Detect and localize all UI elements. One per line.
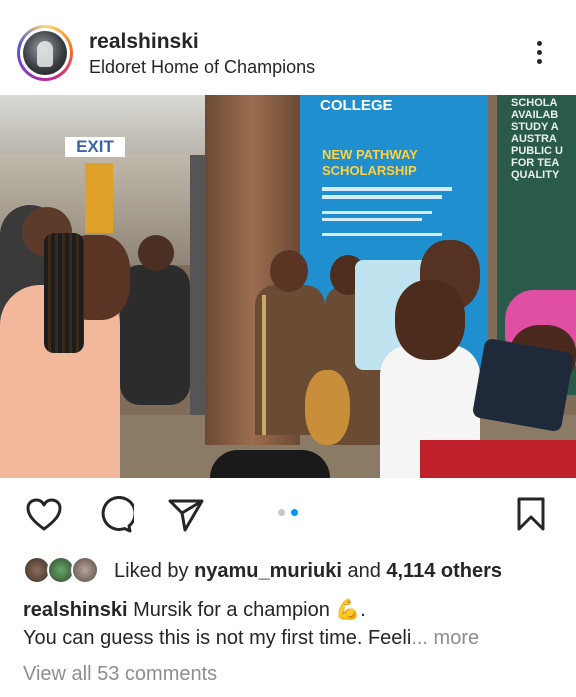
carousel-dot xyxy=(278,509,285,516)
scholarship-line-2: SCHOLARSHIP xyxy=(322,163,417,178)
liker-avatar xyxy=(71,556,99,584)
caption-end: . xyxy=(360,599,366,621)
walking-stick xyxy=(262,295,266,435)
share-button[interactable] xyxy=(167,497,205,533)
right-banner-line: AVAILAB xyxy=(511,109,559,121)
likes-prefix: Liked by xyxy=(114,560,195,582)
performer-head xyxy=(270,250,308,292)
more-options-icon[interactable] xyxy=(528,38,552,68)
banner-text-line xyxy=(322,218,422,221)
caption-line-2: You can guess this is not my first time.… xyxy=(23,627,479,650)
right-banner-line: FOR TEA xyxy=(511,157,560,169)
right-banner-line: SCHOLA xyxy=(511,97,558,109)
red-shuka xyxy=(420,440,576,478)
carousel-dot-active xyxy=(291,509,298,516)
bookmark-icon xyxy=(517,497,545,531)
caption-line-2-text: You can guess this is not my first time.… xyxy=(23,627,412,649)
banner-text-line xyxy=(322,233,442,236)
likes-summary[interactable]: Liked by nyamu_muriuki and 4,114 others xyxy=(114,560,502,583)
save-button[interactable] xyxy=(516,496,546,532)
scholarship-line-1: NEW PATHWAY xyxy=(322,147,418,162)
right-banner-line: PUBLIC U xyxy=(511,145,563,157)
right-banner-line: STUDY A xyxy=(511,121,559,133)
comment-icon xyxy=(101,495,137,533)
profile-avatar[interactable] xyxy=(17,25,73,81)
caption-username[interactable]: realshinski xyxy=(23,599,128,621)
likes-connector: and xyxy=(341,560,387,582)
artist-dreadlocks xyxy=(44,233,84,353)
right-banner-line: QUALITY xyxy=(511,169,560,181)
photographer-head xyxy=(138,235,174,271)
heart-icon xyxy=(26,498,62,531)
avatar-image xyxy=(23,31,67,75)
caption-more-link[interactable]: more xyxy=(428,627,480,649)
comment-button[interactable] xyxy=(96,495,137,534)
foreground-head xyxy=(210,450,330,478)
phone-in-hand xyxy=(471,337,575,433)
view-comments-link[interactable]: View all 53 comments xyxy=(23,663,217,686)
right-banner-line: AUSTRA xyxy=(511,133,557,145)
post-photo[interactable]: EXIT COLLEGE NEW PATHWAY SCHOLARSHIP SCH… xyxy=(0,95,576,478)
caption-ellipsis: ... xyxy=(411,627,428,649)
like-button[interactable] xyxy=(25,497,63,533)
post-username[interactable]: realshinski xyxy=(89,30,199,54)
college-banner-text: COLLEGE xyxy=(320,97,393,114)
post-location[interactable]: Eldoret Home of Champions xyxy=(89,57,315,78)
gourd xyxy=(305,370,350,445)
carousel-indicator xyxy=(278,509,300,517)
caption-text: Mursik for a champion xyxy=(127,599,336,621)
caption: realshinski Mursik for a champion 💪. xyxy=(23,597,366,622)
share-icon xyxy=(168,499,204,532)
likes-others[interactable]: 4,114 others xyxy=(386,560,502,582)
avatar-figure xyxy=(37,41,53,67)
avatar-frame xyxy=(20,28,70,78)
photographer xyxy=(120,265,190,405)
banner-text-line xyxy=(322,211,432,214)
post-header: realshinski Eldoret Home of Champions xyxy=(0,0,576,95)
performer-head xyxy=(395,280,465,360)
banner-text-line xyxy=(322,195,442,199)
liker-username[interactable]: nyamu_muriuki xyxy=(194,560,342,582)
banner-text-line xyxy=(322,187,452,191)
yellow-pillar xyxy=(85,163,113,233)
exit-sign: EXIT xyxy=(65,137,125,157)
flexed-biceps-icon: 💪 xyxy=(335,599,361,621)
